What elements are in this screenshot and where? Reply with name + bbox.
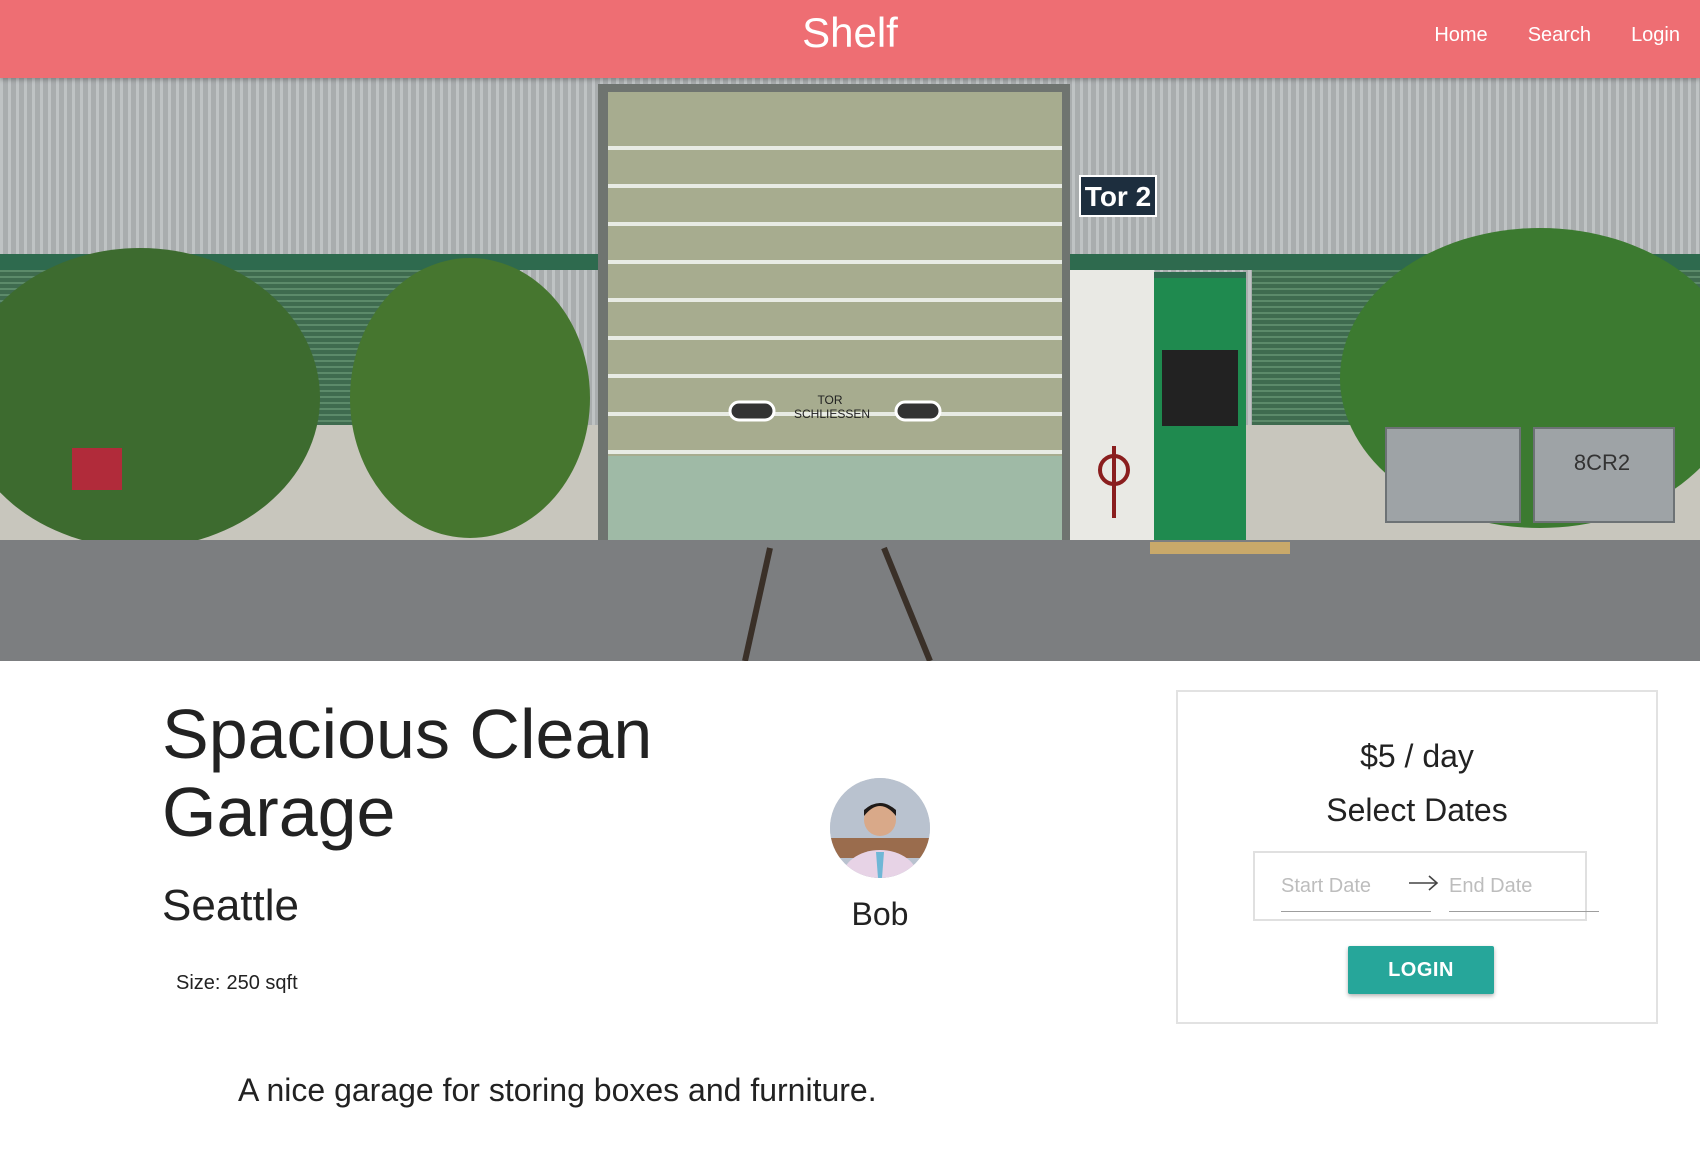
host-avatar-photo [830, 778, 930, 878]
booking-card: $5 / day Select Dates LOGIN [1176, 690, 1658, 1024]
bin-label: 8CR2 [1574, 450, 1630, 475]
listing-description: A nice garage for storing boxes and furn… [238, 1072, 877, 1108]
door-sign: Tor 2 [1085, 181, 1151, 212]
host-name: Bob [851, 896, 909, 932]
nav-link-login[interactable]: Login [1611, 0, 1700, 70]
select-dates-heading: Select Dates [1326, 792, 1508, 828]
hero-image: TOR SCHLIESSEN Tor 2 8CR2 [0, 78, 1700, 661]
avatar[interactable] [830, 778, 930, 878]
nav-link-search[interactable]: Search [1508, 0, 1611, 70]
listing-city: Seattle [162, 881, 299, 930]
garage-photo: TOR SCHLIESSEN Tor 2 8CR2 [0, 78, 1700, 661]
nav-links: Home Search Login [1414, 0, 1700, 70]
login-button[interactable]: LOGIN [1348, 946, 1494, 994]
listing-title: Spacious Clean Garage [162, 695, 653, 851]
arrow-right-icon [1409, 875, 1439, 891]
price-per-day: $5 / day [1360, 738, 1474, 774]
size-label: Size: [176, 972, 221, 994]
date-range-picker [1253, 851, 1599, 921]
door-text-tor: TOR [817, 393, 842, 407]
host-profile[interactable]: Bob [830, 778, 930, 933]
door-text-schliessen: SCHLIESSEN [794, 407, 870, 421]
nav-link-home[interactable]: Home [1414, 0, 1507, 70]
top-navbar: Shelf Home Search Login [0, 0, 1700, 78]
listing-size: Size: 250 sqft [176, 972, 298, 995]
end-date-input[interactable] [1449, 861, 1599, 912]
size-value: 250 sqft [226, 972, 298, 994]
